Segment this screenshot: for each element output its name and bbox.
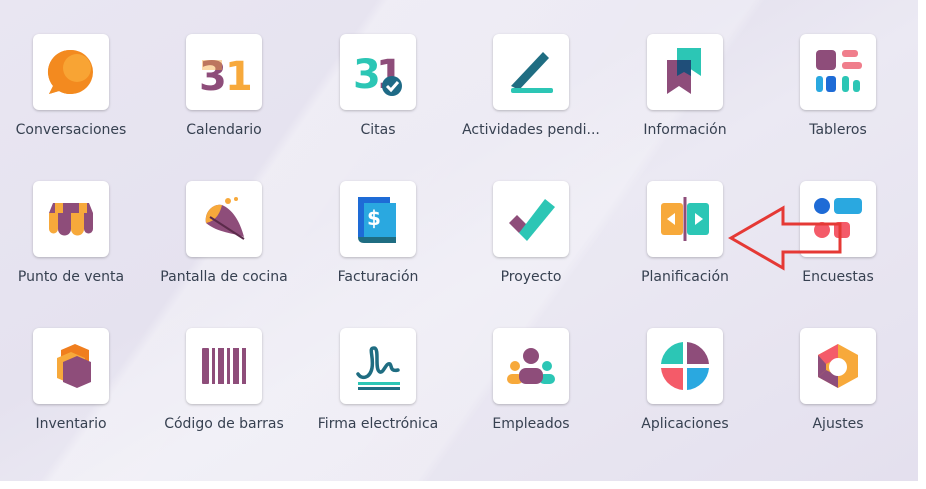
- app-label: Pantalla de cocina: [160, 269, 288, 285]
- app-facturacion[interactable]: $ Facturación: [303, 181, 453, 311]
- svg-text:1: 1: [225, 54, 250, 98]
- app-tile[interactable]: [33, 181, 109, 257]
- app-label: Planificación: [641, 269, 729, 285]
- app-conversaciones[interactable]: Conversaciones: [0, 34, 146, 164]
- app-tile[interactable]: 3 1: [186, 34, 262, 110]
- app-tile[interactable]: [493, 181, 569, 257]
- app-tile[interactable]: [647, 181, 723, 257]
- pen-todo-icon: [511, 52, 553, 93]
- app-label: Facturación: [337, 269, 419, 285]
- app-tile[interactable]: [186, 181, 262, 257]
- app-ajustes[interactable]: Ajustes: [763, 328, 913, 458]
- dashboard-blocks-icon: [816, 50, 862, 92]
- app-empleados[interactable]: Empleados: [456, 328, 606, 458]
- app-label: Actividades pendi...: [462, 122, 600, 138]
- bookmark-knowledge-icon: [667, 48, 701, 94]
- app-tile[interactable]: [493, 34, 569, 110]
- app-inventario[interactable]: Inventario: [0, 328, 146, 458]
- app-punto-de-venta[interactable]: Punto de venta: [0, 181, 146, 311]
- app-tile[interactable]: [647, 328, 723, 404]
- app-informacion[interactable]: Información: [610, 34, 760, 164]
- invoice-dollar-icon: $: [358, 197, 396, 243]
- app-codigo-barras[interactable]: Código de barras: [149, 328, 299, 458]
- signature-icon: [356, 346, 400, 390]
- shop-awning-icon: [49, 203, 93, 236]
- app-tile[interactable]: [186, 328, 262, 404]
- app-label: Firma electrónica: [317, 416, 439, 432]
- app-label: Ajustes: [812, 416, 864, 432]
- svg-text:$: $: [367, 206, 381, 230]
- planning-arrows-icon: [661, 197, 709, 241]
- app-label: Citas: [360, 122, 396, 138]
- app-label: Conversaciones: [15, 122, 127, 138]
- app-calendario[interactable]: 3 1 Calendario: [149, 34, 299, 164]
- app-label: Calendario: [186, 122, 262, 138]
- inventory-hexagon-icon: [57, 344, 91, 388]
- app-label: Inventario: [35, 416, 107, 432]
- app-label: Tableros: [809, 122, 867, 138]
- chat-bubble-icon: [47, 49, 93, 95]
- employees-icon: [507, 348, 555, 384]
- appointment-31-check-icon: 3 1: [353, 52, 404, 98]
- project-check-icon: [509, 199, 555, 241]
- apps-circle-icon: [661, 342, 709, 390]
- app-tableros[interactable]: Tableros: [763, 34, 913, 164]
- red-arrow-icon: [728, 205, 842, 271]
- app-label: Punto de venta: [17, 269, 125, 285]
- app-firma-electronica[interactable]: Firma electrónica: [303, 328, 453, 458]
- kitchen-feather-icon: [205, 197, 245, 240]
- app-citas[interactable]: 3 1 Citas: [303, 34, 453, 164]
- app-tile[interactable]: [800, 328, 876, 404]
- app-tile[interactable]: [33, 328, 109, 404]
- app-tile[interactable]: [33, 34, 109, 110]
- app-label: Empleados: [492, 416, 570, 432]
- app-label: Código de barras: [164, 416, 284, 432]
- app-aplicaciones[interactable]: Aplicaciones: [610, 328, 760, 458]
- app-label: Proyecto: [500, 269, 562, 285]
- app-actividades[interactable]: Actividades pendi...: [456, 34, 606, 164]
- app-label: Aplicaciones: [641, 416, 729, 432]
- app-tile[interactable]: [340, 328, 416, 404]
- app-tile[interactable]: [647, 34, 723, 110]
- calendar-31-icon: 3 1: [199, 54, 250, 98]
- app-tile[interactable]: [800, 34, 876, 110]
- app-label: Información: [643, 122, 727, 138]
- app-tile[interactable]: [493, 328, 569, 404]
- app-proyecto[interactable]: Proyecto: [456, 181, 606, 311]
- app-tile[interactable]: $: [340, 181, 416, 257]
- barcode-icon: [202, 348, 246, 384]
- app-pantalla-cocina[interactable]: Pantalla de cocina: [149, 181, 299, 311]
- app-tile[interactable]: 3 1: [340, 34, 416, 110]
- settings-hexagon-icon: [818, 344, 858, 388]
